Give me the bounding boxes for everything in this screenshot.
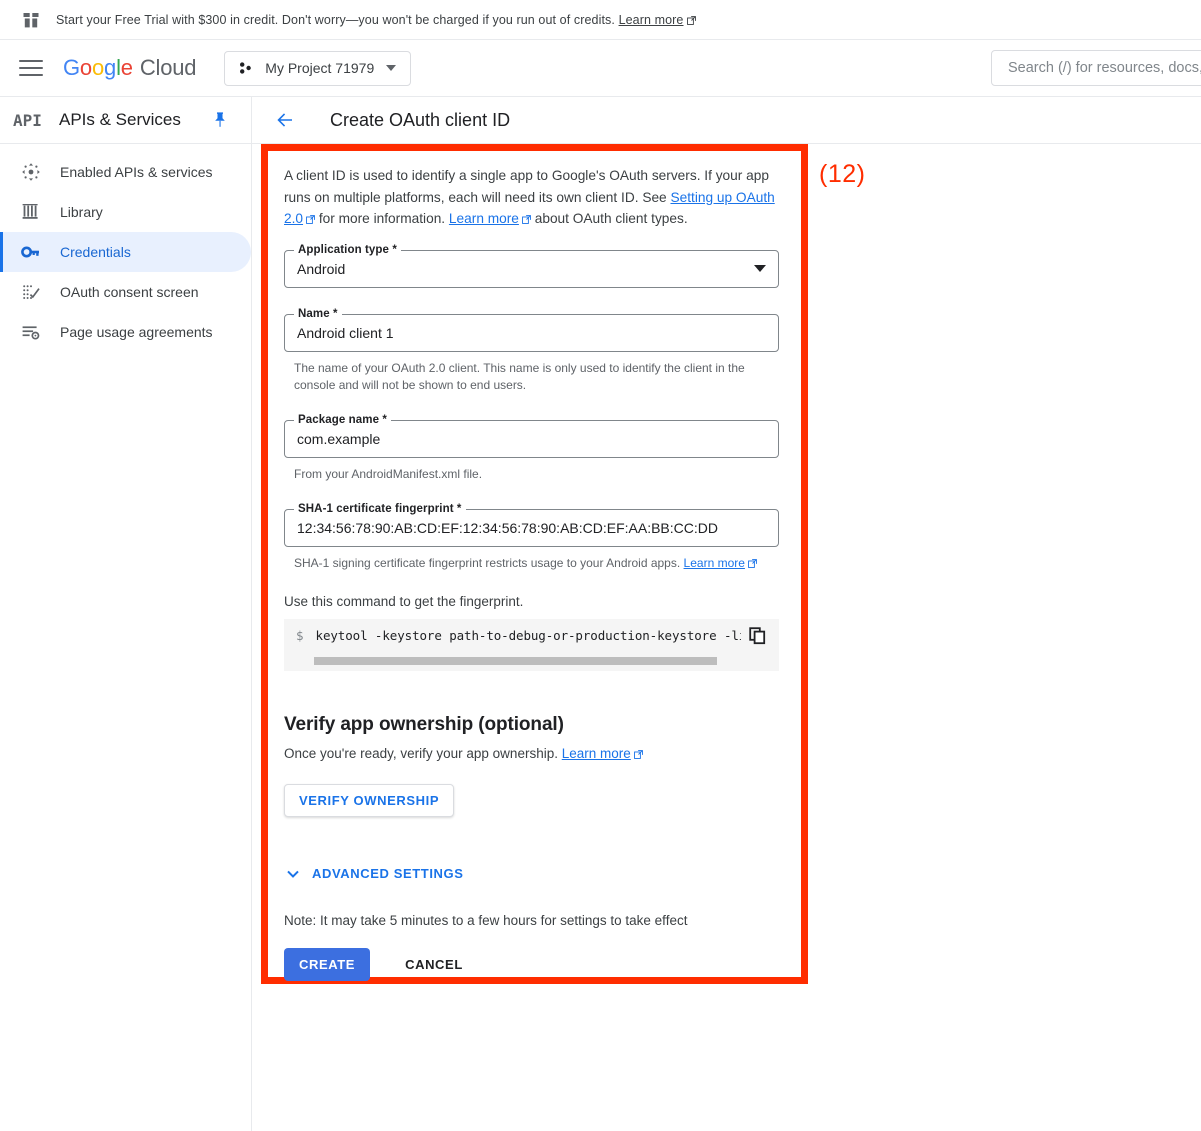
pin-icon[interactable]: [211, 111, 229, 129]
copy-icon[interactable]: [749, 626, 767, 645]
trial-learn-more-link[interactable]: Learn more: [619, 13, 684, 27]
code-scrollbar-track[interactable]: [314, 656, 717, 665]
application-type-field: Application type * Android: [284, 243, 779, 288]
create-oauth-client-form: A client ID is used to identify a single…: [268, 151, 801, 981]
page-usage-icon: [21, 322, 41, 342]
product-header-left: API APIs & Services: [0, 97, 252, 143]
sidebar-nav: Enabled APIs & services Library Credenti…: [0, 144, 252, 1131]
chevron-down-icon: [284, 865, 302, 883]
annotation-highlight-box: A client ID is used to identify a single…: [261, 144, 808, 984]
name-label: Name *: [294, 307, 342, 321]
external-link-icon: [748, 558, 757, 568]
cancel-button[interactable]: CANCEL: [391, 948, 477, 981]
name-value: Android client 1: [297, 324, 394, 341]
product-title: APIs & Services: [59, 110, 181, 129]
application-type-select[interactable]: Application type * Android: [284, 243, 779, 288]
verify-ownership-heading: Verify app ownership (optional): [284, 713, 564, 735]
sidebar-item-label: Page usage agreements: [60, 324, 213, 340]
project-selector[interactable]: My Project 71979: [224, 50, 412, 86]
project-dots-icon: [238, 60, 254, 76]
external-link-icon: [522, 215, 531, 224]
top-app-bar: Google Cloud My Project 71979: [0, 40, 1201, 97]
google-cloud-logo[interactable]: Google Cloud: [63, 55, 196, 81]
command-label: Use this command to get the fingerprint.: [284, 593, 524, 609]
package-name-field: Package name * com.example From your And…: [284, 413, 779, 483]
code-scrollbar-thumb[interactable]: [314, 656, 717, 665]
enabled-apis-icon: [21, 162, 41, 182]
sha1-fingerprint-label: SHA-1 certificate fingerprint *: [294, 502, 466, 516]
package-name-label: Package name *: [294, 413, 391, 427]
shell-prompt: $: [296, 628, 304, 643]
sidebar-item-enabled-apis[interactable]: Enabled APIs & services: [0, 152, 251, 192]
chevron-down-icon: [754, 265, 766, 272]
sha1-helper-text: SHA-1 signing certificate fingerprint re…: [294, 555, 764, 572]
verify-ownership-learn-more-link[interactable]: Learn more: [562, 746, 631, 761]
sidebar-item-page-usage-agreements[interactable]: Page usage agreements: [0, 312, 251, 352]
trial-banner-message: Start your Free Trial with $300 in credi…: [56, 12, 615, 27]
search-bar[interactable]: [991, 50, 1201, 86]
chevron-down-icon: [386, 65, 397, 71]
free-trial-banner: Start your Free Trial with $300 in credi…: [0, 0, 1201, 40]
product-header-right: Create OAuth client ID: [252, 97, 1201, 143]
main-content: (12) A client ID is used to identify a s…: [252, 144, 1201, 1131]
name-field: Name * Android client 1 The name of your…: [284, 307, 779, 394]
trial-banner-text: Start your Free Trial with $300 in credi…: [56, 13, 696, 27]
advanced-settings-toggle[interactable]: ADVANCED SETTINGS: [284, 865, 779, 883]
sha1-fingerprint-input[interactable]: SHA-1 certificate fingerprint * 12:34:56…: [284, 502, 779, 547]
sha1-helper-message: SHA-1 signing certificate fingerprint re…: [294, 555, 681, 570]
verify-ownership-message: Once you're ready, verify your app owner…: [284, 745, 558, 761]
page-title: Create OAuth client ID: [330, 109, 511, 130]
gift-icon: [22, 11, 40, 29]
sha1-fingerprint-value: 12:34:56:78:90:AB:CD:EF:12:34:56:78:90:A…: [297, 519, 718, 536]
external-link-icon: [306, 215, 315, 224]
package-name-input[interactable]: Package name * com.example: [284, 413, 779, 458]
advanced-settings-label: ADVANCED SETTINGS: [312, 866, 464, 881]
sidebar-item-label: Enabled APIs & services: [60, 164, 213, 180]
consent-screen-icon: [21, 282, 41, 302]
oauth-client-types-learn-more-link[interactable]: Learn more: [449, 211, 519, 226]
page-body: Enabled APIs & services Library Credenti…: [0, 144, 1201, 1131]
key-icon: [21, 242, 41, 262]
intro-part-2: for more information.: [315, 211, 449, 226]
sha1-fingerprint-field: SHA-1 certificate fingerprint * 12:34:56…: [284, 502, 779, 572]
api-logo-icon: API: [13, 110, 42, 130]
product-header-row: API APIs & Services Create OAuth client …: [0, 97, 1201, 144]
annotation-number: (12): [819, 160, 866, 188]
library-icon: [21, 202, 41, 222]
sidebar-item-label: Library: [60, 204, 103, 220]
verify-ownership-button[interactable]: VERIFY OWNERSHIP: [284, 783, 455, 817]
external-link-icon: [633, 749, 643, 759]
hamburger-icon[interactable]: [19, 56, 43, 80]
intro-part-3: about OAuth client types.: [530, 211, 688, 226]
sidebar-item-credentials[interactable]: Credentials: [0, 232, 251, 272]
external-link-icon: [686, 15, 696, 25]
name-input[interactable]: Name * Android client 1: [284, 307, 779, 352]
application-type-label: Application type *: [294, 243, 401, 257]
create-button[interactable]: CREATE: [284, 947, 371, 981]
project-name: My Project 71979: [265, 60, 375, 76]
verify-ownership-subtext: Once you're ready, verify your app owner…: [284, 746, 779, 761]
package-name-helper-text: From your AndroidManifest.xml file.: [294, 466, 483, 481]
sidebar-item-oauth-consent-screen[interactable]: OAuth consent screen: [0, 272, 251, 312]
name-helper-text: The name of your OAuth 2.0 client. This …: [294, 360, 745, 392]
package-name-value: com.example: [297, 430, 381, 447]
back-arrow-icon[interactable]: [273, 108, 297, 132]
application-type-value: Android: [297, 260, 346, 277]
command-text: keytool -keystore path-to-debug-or-produ…: [315, 628, 741, 643]
sidebar-item-label: Credentials: [60, 244, 131, 260]
settings-effect-note: Note: It may take 5 minutes to a few hou…: [284, 912, 688, 928]
command-code-block: $ keytool -keystore path-to-debug-or-pro…: [284, 618, 779, 671]
sidebar-item-library[interactable]: Library: [0, 192, 251, 232]
sha1-learn-more-link[interactable]: Learn more: [684, 556, 745, 570]
sidebar-item-label: OAuth consent screen: [60, 284, 199, 300]
form-actions: CREATE CANCEL: [284, 947, 779, 981]
command-code-inner: $ keytool -keystore path-to-debug-or-pro…: [296, 619, 741, 653]
intro-paragraph: A client ID is used to identify a single…: [284, 165, 779, 230]
search-input[interactable]: [1006, 59, 1201, 77]
